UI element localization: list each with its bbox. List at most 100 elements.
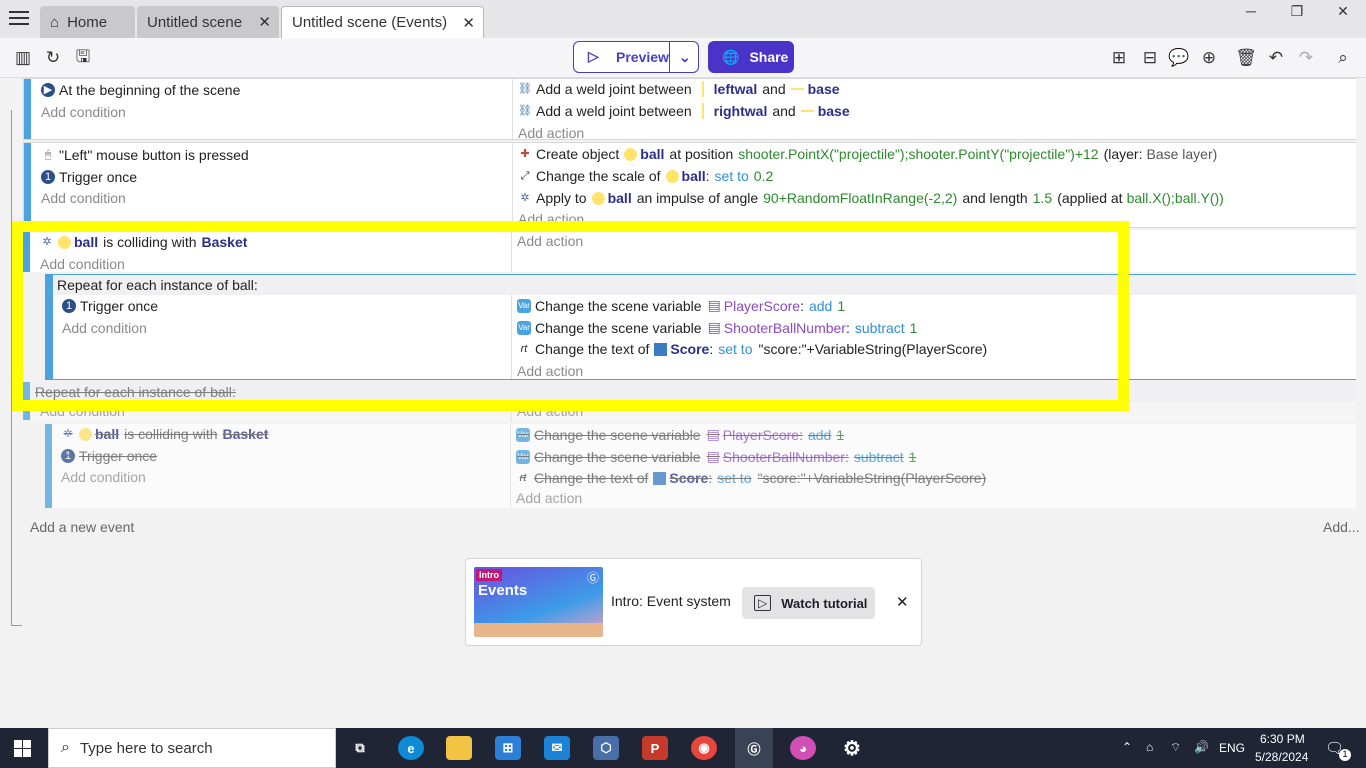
search-icon[interactable]: ⌕ (1331, 46, 1355, 70)
action-row[interactable]: Var Change the scene variable ▤ PlayerSc… (516, 426, 844, 443)
powerpoint-icon[interactable]: P (642, 736, 668, 760)
add-condition-link[interactable]: Add condition (41, 190, 126, 206)
tab-scene-events[interactable]: Untitled scene (Events) ✕ (281, 6, 484, 38)
undo-icon[interactable]: ↶ (1264, 46, 1288, 70)
action-text: (applied at (1057, 190, 1123, 206)
action-text: at position (669, 146, 734, 162)
watch-tutorial-button[interactable]: ▷ Watch tutorial (742, 587, 875, 619)
tab-label: Untitled scene (147, 13, 243, 31)
object-name: ball (681, 168, 706, 184)
restore-button[interactable]: ❐ (1274, 0, 1320, 22)
condition-row[interactable]: ✲ ball is colliding with Basket (61, 426, 268, 442)
action-row[interactable]: ✲ Apply to ball an impulse of angle 90+R… (518, 190, 1223, 206)
redo-icon[interactable]: ↷ (1294, 46, 1318, 70)
edge-icon[interactable]: e (398, 736, 424, 760)
text-object-icon (653, 471, 667, 485)
tab-scene[interactable]: Untitled scene ✕ (137, 6, 279, 38)
add-more-link[interactable]: Add... (1323, 519, 1360, 535)
history-icon[interactable]: ↻ (41, 46, 65, 70)
preview-button[interactable]: ▷ Preview ⌄ (573, 41, 699, 73)
close-icon[interactable]: ✕ (896, 593, 909, 611)
file-explorer-icon[interactable] (446, 736, 472, 760)
add-condition-link[interactable]: Add condition (61, 469, 146, 485)
ball-thumb (624, 147, 638, 161)
toolbar: ▥ ↻ 🖫 ▷ Preview ⌄ 🌐 Share ⊞ ⊟ 💬 ⊕ 🗑 ↶ ↷ … (0, 38, 1366, 78)
tab-home[interactable]: ⌂ Home (40, 6, 135, 38)
add-condition-link[interactable]: Add condition (41, 104, 126, 120)
object-thumb (790, 88, 804, 90)
conditions-column: ▶ At the beginning of the scene Add cond… (32, 79, 512, 139)
condition-row[interactable]: ▶ At the beginning of the scene (41, 82, 240, 98)
event-mouse-pressed[interactable]: 🖱 "Left" mouse button is pressed 1 Trigg… (23, 142, 1356, 228)
action-row[interactable]: ⛓ Add a weld joint between rightwal and … (518, 103, 850, 119)
windows-start-icon[interactable] (14, 740, 31, 757)
task-view-icon[interactable]: ⧉ (347, 736, 373, 760)
add-subevent-icon[interactable]: ⊟ (1138, 46, 1162, 70)
wifi-icon[interactable]: ⌔ (1170, 740, 1181, 755)
event-begin-scene[interactable]: ▶ At the beginning of the scene Add cond… (23, 78, 1356, 141)
length-value: 1.5 (1032, 190, 1053, 206)
condition-text: Trigger once (79, 448, 158, 464)
share-label: Share (749, 49, 789, 65)
save-icon[interactable]: 🖫 (71, 46, 95, 70)
condition-row[interactable]: 🖱 "Left" mouse button is pressed (41, 147, 249, 163)
colon: : (799, 426, 803, 443)
volume-icon[interactable]: 🔊 (1194, 740, 1209, 754)
search-placeholder: Type here to search (79, 739, 213, 757)
tutorial-thumbnail[interactable]: Intro Events Ⓖ (474, 567, 603, 637)
trigger-once-icon: 1 (61, 449, 75, 463)
subevent-collision-disabled[interactable]: ✲ ball is colliding with Basket 1 Trigge… (45, 424, 1356, 508)
action-text: and (762, 81, 786, 97)
delete-icon[interactable]: 🗑 (1234, 46, 1258, 70)
actions-column: Var Change the scene variable ▤ PlayerSc… (510, 424, 1356, 508)
menu-icon[interactable] (9, 10, 29, 26)
settings-icon[interactable]: ⚙ (839, 736, 865, 760)
add-action-link[interactable]: Add action (518, 125, 584, 141)
language-indicator[interactable]: ENG (1219, 741, 1245, 755)
add-action-link[interactable]: Add action (516, 490, 582, 506)
store-icon[interactable]: ⊞ (495, 736, 521, 760)
paint-icon[interactable]: ◕ (790, 736, 816, 760)
meet-icon[interactable]: ⌂ (1146, 740, 1153, 754)
ground-strip (474, 623, 603, 637)
preview-label: Preview (616, 49, 669, 65)
value: 0.2 (753, 168, 774, 184)
action-row[interactable]: ⤢ Change the scale of ball : set to 0.2 (518, 168, 774, 184)
notification-count: 1 (1339, 749, 1351, 761)
action-text: Create object (536, 146, 620, 162)
action-row[interactable]: Var Change the scene variable ▤ ShooterB… (516, 448, 916, 465)
share-button[interactable]: 🌐 Share (708, 41, 794, 73)
app-hex-icon[interactable]: ⬡ (593, 736, 619, 760)
action-text: Apply to (536, 190, 587, 206)
ball-thumb (591, 191, 605, 205)
minimize-button[interactable]: ─ (1228, 0, 1274, 22)
action-row[interactable]: ✚ Create object ball at position shooter… (518, 146, 1217, 162)
search-icon: ⌕ (61, 739, 70, 756)
gdevelop-icon[interactable]: Ⓖ (735, 728, 773, 768)
add-icon[interactable]: ⊕ (1197, 46, 1221, 70)
variable-icon: ▤ (706, 426, 720, 442)
event-bar (24, 143, 31, 227)
close-icon[interactable]: ✕ (462, 14, 475, 32)
chevron-down-icon[interactable]: ⌄ (679, 49, 691, 66)
taskbar-search-box[interactable]: ⌕ Type here to search (48, 728, 336, 768)
clock-time[interactable]: 6:30 PM (1260, 732, 1305, 746)
value: 1 (908, 448, 917, 465)
condition-row[interactable]: 1 Trigger once (61, 448, 157, 464)
chevron-up-icon[interactable]: ⌃ (1122, 740, 1132, 754)
close-window-button[interactable]: ✕ (1320, 0, 1366, 22)
panels-icon[interactable]: ▥ (11, 46, 35, 70)
add-comment-icon[interactable]: 💬 (1167, 46, 1191, 70)
clock-date[interactable]: 5/28/2024 (1255, 750, 1308, 764)
object-name: base (807, 81, 840, 97)
close-icon[interactable]: ✕ (258, 13, 271, 31)
add-new-event-link[interactable]: Add a new event (30, 519, 134, 535)
object-name: ball (640, 146, 665, 162)
action-row[interactable]: ⛓ Add a weld joint between leftwal and b… (518, 81, 840, 97)
mail-icon[interactable]: ✉ (544, 736, 570, 760)
chrome-icon[interactable]: ◉ (691, 736, 717, 760)
position-expression: shooter.PointX("projectile");shooter.Poi… (738, 146, 1099, 162)
condition-row[interactable]: 1 Trigger once (41, 169, 137, 185)
action-row[interactable]: rt Change the text of Score : set to "sc… (516, 470, 987, 486)
add-event-icon[interactable]: ⊞ (1107, 46, 1131, 70)
